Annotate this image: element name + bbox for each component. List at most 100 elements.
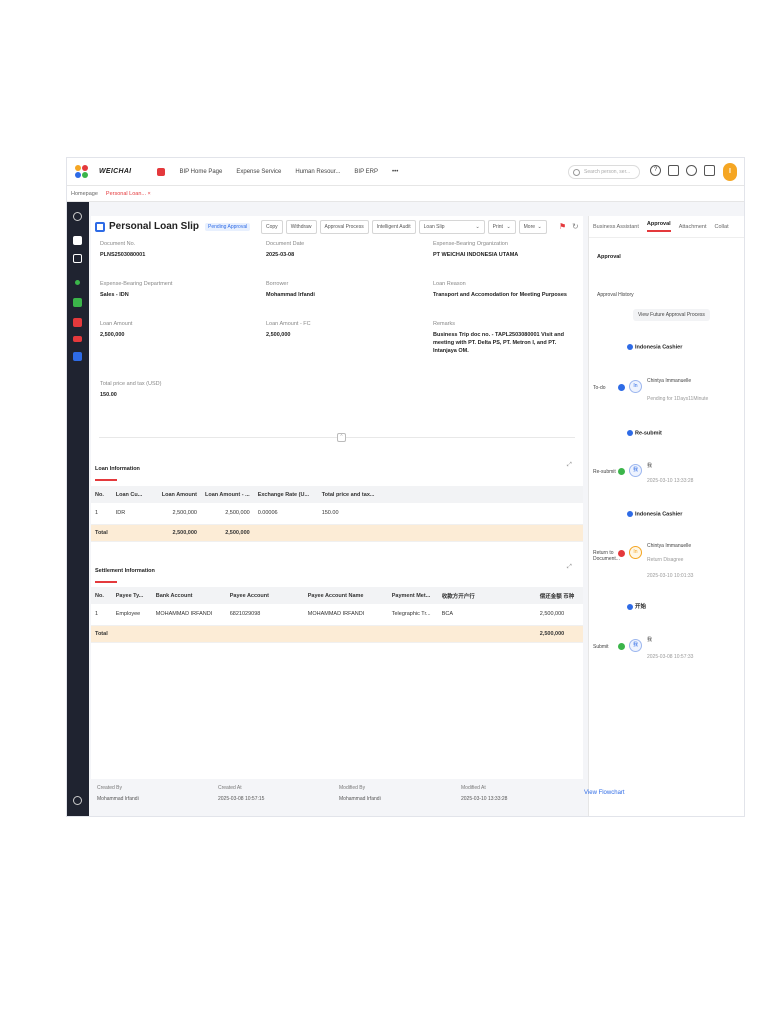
- table-cell: 0.00006: [253, 503, 318, 525]
- approval-history-label: Approval History: [597, 292, 634, 298]
- section-underline: [95, 479, 117, 481]
- refresh-icon[interactable]: ↻: [572, 222, 581, 231]
- help-icon[interactable]: ?: [650, 165, 661, 176]
- column-header: Exchange Rate (U...: [253, 486, 318, 503]
- status-icon[interactable]: [75, 280, 80, 285]
- table-cell: Telegraphic Tr...: [387, 604, 438, 626]
- global-search-input[interactable]: Search person, ser...: [568, 165, 640, 179]
- footer-value: Mohammad Irfandi: [97, 796, 139, 802]
- intelligent-audit-button[interactable]: Intelligent Audit: [371, 220, 416, 234]
- settlement-information-section: Settlement Information ⤢ No. Payee Ty...…: [91, 558, 583, 648]
- settings-icon[interactable]: [73, 796, 82, 805]
- flag-icon[interactable]: ⚑: [559, 222, 568, 231]
- document-header: Personal Loan Slip Pending Approval: [95, 221, 251, 232]
- table-cell: 2,500,000: [157, 503, 201, 525]
- table-cell: 1: [91, 503, 112, 525]
- document-panel: Personal Loan Slip Pending Approval Copy…: [91, 216, 583, 816]
- table-cell: 2,500,000: [157, 524, 201, 542]
- message-icon[interactable]: [668, 165, 679, 176]
- field-value: Mohammad Irfandi: [266, 292, 315, 298]
- table-header-row: No. Payee Ty... Bank Account Payee Accou…: [91, 587, 583, 604]
- tab-attachment[interactable]: Attachment: [679, 224, 707, 230]
- node-status-resubmit: Re-submit: [593, 469, 616, 475]
- table-cell: [303, 625, 388, 643]
- table-row[interactable]: 1 IDR 2,500,000 2,500,000 0.00006 150.00: [91, 503, 583, 525]
- service-icon[interactable]: [73, 352, 82, 361]
- column-header: Bank Account: [151, 587, 226, 604]
- audit-footer: Created By Mohammad Irfandi Created At 202…: [91, 779, 583, 816]
- expand-icon[interactable]: ⤢: [567, 462, 572, 469]
- node-start: 开始: [627, 602, 646, 610]
- nav-bip-erp[interactable]: BIP ERP: [354, 169, 378, 175]
- org-field: Expense-Bearing Organization PT WEICHAI I…: [433, 241, 518, 259]
- document-no-field: Document No. PLNS2503080001: [100, 241, 145, 259]
- home-icon[interactable]: [157, 167, 166, 176]
- app-icon[interactable]: [73, 318, 82, 327]
- tab-approval[interactable]: Approval: [646, 221, 671, 232]
- message-icon-2[interactable]: [73, 336, 82, 342]
- print-template-select[interactable]: Loan Slip ⌄: [418, 220, 485, 234]
- documents-icon[interactable]: [73, 236, 82, 245]
- app-launcher-icon[interactable]: [75, 164, 89, 179]
- page-title: Personal Loan Slip: [109, 221, 200, 232]
- status-dot-icon: [618, 384, 625, 391]
- table-cell: 2,500,000: [200, 524, 254, 542]
- sync-icon[interactable]: [686, 165, 697, 176]
- modified-by: Modified By Mohammad Irfandi: [339, 785, 381, 802]
- node-status-todo: To-do: [593, 385, 606, 391]
- table-cell: [253, 524, 318, 542]
- field-value: 2,500,000: [266, 332, 291, 338]
- withdraw-button[interactable]: Withdraw: [285, 220, 317, 234]
- field-label: Expense-Bearing Organization: [433, 241, 508, 247]
- nav-bip-home[interactable]: BIP Home Page: [179, 169, 222, 175]
- settlement-table: No. Payee Ty... Bank Account Payee Accou…: [91, 587, 583, 643]
- table-cell: 2,500,000: [535, 625, 583, 643]
- approval-process-button[interactable]: Approval Process: [319, 220, 369, 234]
- field-label: Loan Amount: [100, 321, 133, 327]
- field-label: Loan Reason: [433, 281, 466, 287]
- node-indonesia-cashier-2: Indonesia Cashier: [627, 511, 682, 517]
- table-cell: [225, 625, 304, 643]
- tab-homepage[interactable]: Homepage: [67, 191, 102, 197]
- table-row[interactable]: 1 Employee MOHAMMAD IRFANDI 6821029098 M…: [91, 604, 583, 626]
- user-avatar[interactable]: I: [723, 163, 737, 181]
- nav-more[interactable]: •••: [392, 169, 398, 175]
- column-header: 偿还金额 币种: [535, 587, 583, 604]
- footer-value: 2025-03-10 13:33:28: [461, 796, 508, 802]
- node-status-submit: Submit: [593, 644, 609, 650]
- column-header: Payee Account: [225, 587, 304, 604]
- more-button[interactable]: More ⌄: [518, 220, 547, 234]
- loan-table: No. Loan Cu... Loan Amount Loan Amount -…: [91, 486, 583, 542]
- avatar: In: [629, 380, 642, 393]
- tab-personal-loan[interactable]: Personal Loan... ×: [102, 191, 155, 197]
- approver-time: 2025-03-10 10:01:33: [647, 573, 694, 579]
- approver-name: 我: [647, 637, 653, 643]
- copy-button[interactable]: Copy: [261, 220, 283, 234]
- people-icon[interactable]: [73, 298, 82, 307]
- column-header: Loan Amount: [157, 486, 201, 503]
- right-panel-tabs: Business Assistant Approval Attachment C…: [589, 216, 744, 238]
- collapse-toggle-icon[interactable]: ⌃: [337, 433, 346, 442]
- document-icon: [95, 221, 105, 232]
- view-flowchart-link[interactable]: View Flowchart: [584, 790, 625, 796]
- approver-name: Chintya Immanuelle: [647, 378, 692, 384]
- search-icon[interactable]: [73, 212, 82, 221]
- nav-expense-service[interactable]: Expense Service: [236, 169, 281, 175]
- print-button[interactable]: Print ⌄: [487, 220, 516, 234]
- field-label: Document No.: [100, 241, 136, 247]
- nav-human-resources[interactable]: Human Resour...: [295, 169, 340, 175]
- app-window: WEICHAI BIP Home Page Expense Service Hu…: [66, 157, 745, 817]
- view-future-process-button[interactable]: View Future Approval Process: [633, 309, 710, 321]
- calendar-icon[interactable]: [704, 165, 715, 176]
- table-cell: [151, 625, 226, 643]
- main-nav: BIP Home Page Expense Service Human Reso…: [179, 169, 398, 175]
- approval-icon[interactable]: [73, 254, 82, 263]
- expand-icon[interactable]: ⤢: [567, 564, 572, 571]
- column-header: No.: [91, 587, 112, 604]
- tab-business-assistant[interactable]: Business Assistant: [593, 224, 639, 230]
- total-row: Total 2,500,000 2,500,000: [91, 524, 583, 542]
- table-cell: MOHAMMAD IRFANDI: [303, 604, 388, 626]
- left-sidebar: [67, 202, 89, 816]
- table-cell: Total: [91, 524, 112, 542]
- tab-collat[interactable]: Collat: [715, 224, 729, 230]
